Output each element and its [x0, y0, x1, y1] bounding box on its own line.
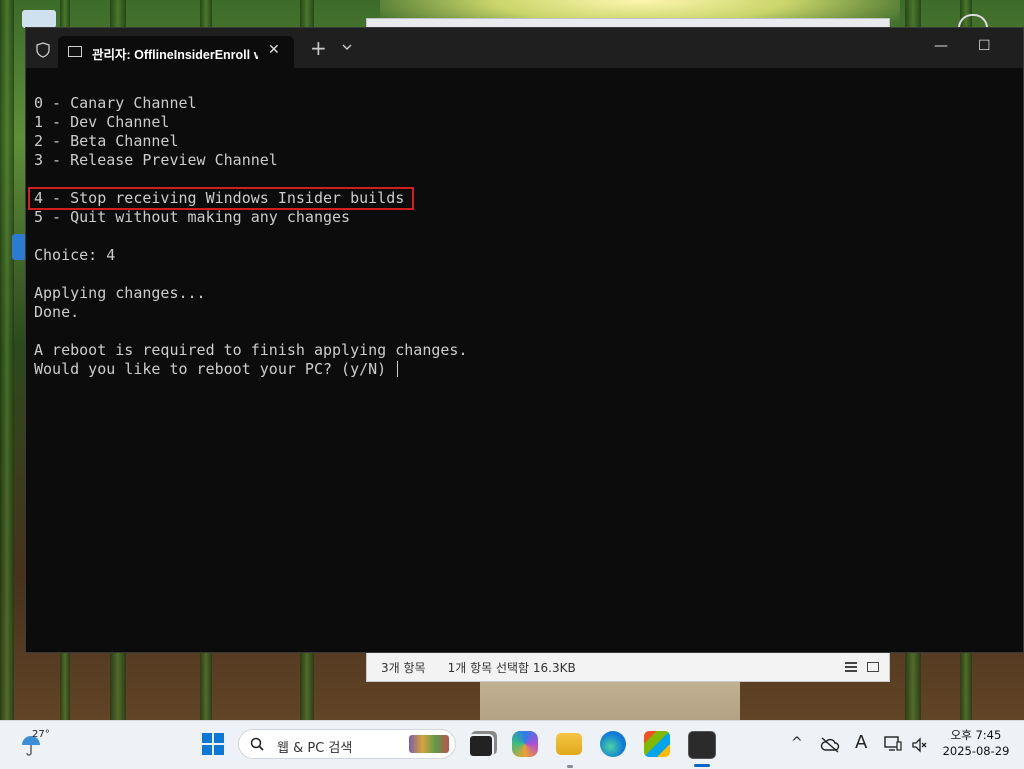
command-prompt-icon	[68, 46, 82, 57]
show-hidden-icons-button[interactable]: ^	[791, 735, 803, 751]
reboot-required-line: A reboot is required to finish applying …	[34, 341, 468, 359]
temperature-label: 27°	[32, 729, 50, 740]
title-bar[interactable]: 관리자: OfflineInsiderEnroll v2 ✕ + — ☐	[26, 28, 1023, 68]
applying-changes-line: Applying changes...	[34, 284, 206, 302]
text-cursor	[397, 361, 399, 377]
tab-title: 관리자: OfflineInsiderEnroll v2	[92, 48, 258, 62]
new-tab-button[interactable]: +	[310, 36, 327, 60]
search-icon	[250, 737, 264, 751]
explorer-status-bar: 3개 항목 1개 항목 선택함 16.3KB	[366, 653, 890, 682]
reboot-prompt-line[interactable]: Would you like to reboot your PC? (y/N)	[34, 360, 467, 379]
search-highlight-books-icon	[409, 735, 449, 753]
task-view-icon[interactable]	[468, 734, 494, 758]
highlight-box	[28, 187, 414, 210]
menu-option-canary: 0 - Canary Channel	[34, 94, 197, 112]
menu-option-dev: 1 - Dev Channel	[34, 113, 170, 131]
details-view-icon[interactable]	[845, 662, 857, 672]
terminal-active-indicator	[694, 764, 710, 767]
explorer-item-count: 3개 항목	[381, 660, 426, 675]
display-icon[interactable]	[884, 736, 902, 752]
microsoft-store-icon[interactable]	[644, 731, 670, 757]
choice-line: Choice: 4	[34, 246, 116, 264]
cloud-offline-icon[interactable]	[820, 737, 840, 753]
clock-date: 2025-08-29	[942, 744, 1010, 758]
menu-option-quit: 5 - Quit without making any changes	[34, 208, 351, 226]
copilot-icon[interactable]	[512, 731, 538, 757]
reboot-prompt-text: Would you like to reboot your PC? (y/N)	[34, 360, 396, 378]
desktop-shortcut-icon[interactable]	[12, 234, 26, 260]
tab-offline-insider-enroll[interactable]: 관리자: OfflineInsiderEnroll v2 ✕	[58, 36, 294, 68]
terminal-output[interactable]: 0 - Canary Channel 1 - Dev Channel 2 - B…	[34, 94, 467, 379]
terminal-window[interactable]: 관리자: OfflineInsiderEnroll v2 ✕ + — ☐ 0 -…	[25, 27, 1024, 653]
shield-icon	[36, 42, 50, 58]
system-clock[interactable]: 오후 7:45 2025-08-29	[936, 727, 1016, 759]
menu-option-release-preview: 3 - Release Preview Channel	[34, 151, 278, 169]
volume-muted-icon[interactable]	[911, 737, 927, 753]
taskbar: 27° 웹 & PC 검색 ^ A 오후 7:45 2025-08-29	[0, 720, 1024, 769]
file-explorer-icon[interactable]	[556, 733, 582, 755]
tab-close-button[interactable]: ✕	[268, 42, 280, 58]
done-line: Done.	[34, 303, 80, 321]
minimize-button[interactable]: —	[934, 38, 948, 54]
edge-browser-icon[interactable]	[600, 731, 626, 757]
input-method-indicator[interactable]: A	[855, 732, 867, 753]
terminal-taskbar-icon[interactable]	[688, 731, 716, 759]
weather-widget[interactable]: 27°	[18, 729, 78, 761]
search-placeholder: 웹 & PC 검색	[277, 741, 353, 756]
clock-time: 오후 7:45	[950, 728, 1002, 742]
menu-option-beta: 2 - Beta Channel	[34, 132, 179, 150]
windows-start-icon[interactable]	[202, 733, 224, 755]
desktop-recycle-bin-icon[interactable]	[22, 10, 56, 28]
chevron-down-icon[interactable]	[340, 40, 354, 54]
explorer-selection-info: 1개 항목 선택함 16.3KB	[447, 660, 576, 675]
search-box[interactable]: 웹 & PC 검색	[238, 729, 456, 759]
maximize-button[interactable]: ☐	[978, 38, 991, 54]
tiles-view-icon[interactable]	[867, 662, 879, 672]
